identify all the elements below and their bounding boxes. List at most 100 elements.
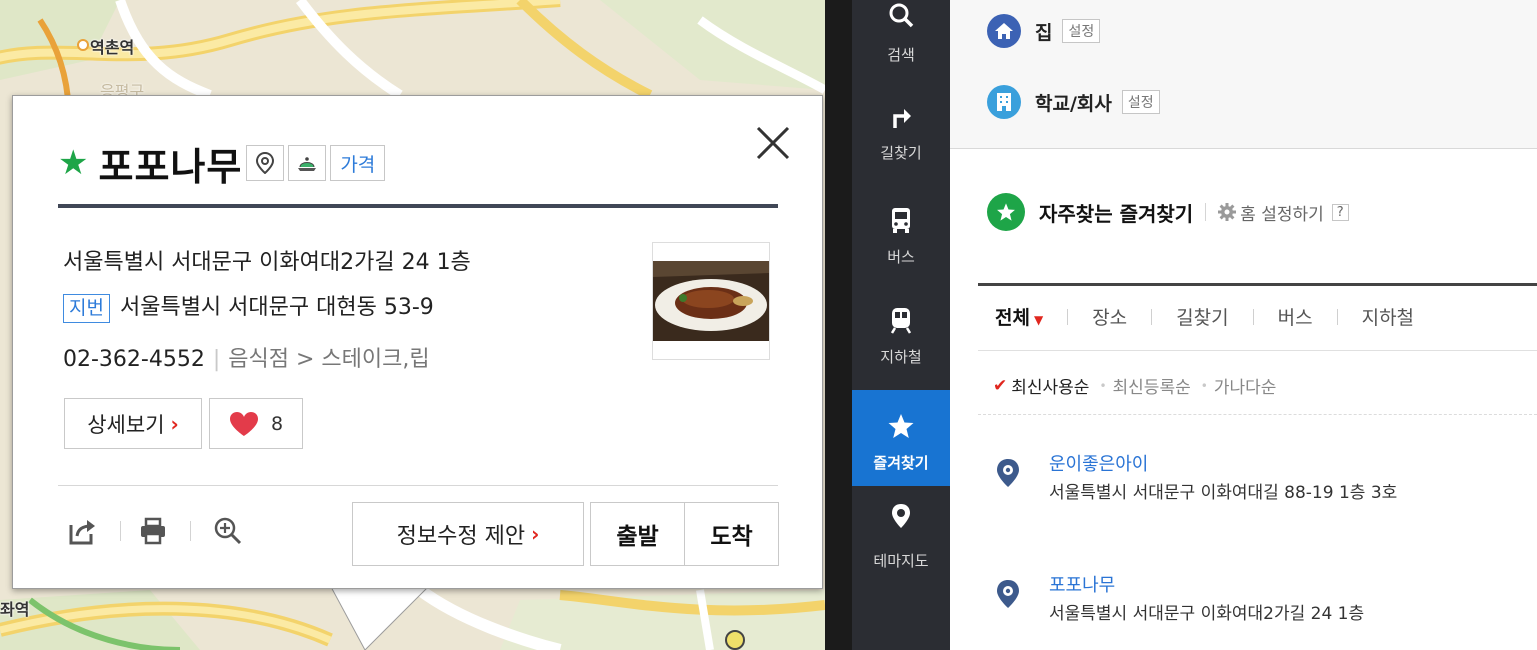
favorite-name[interactable]: 포포나무 [1049,571,1115,597]
separator [1205,203,1207,221]
heart-icon [229,411,258,436]
location-pin-icon[interactable] [246,145,285,181]
subway-icon [890,308,912,334]
tabs-divider [978,350,1537,351]
favorite-address: 서울특별시 서대문구 이화여대길 88-19 1층 3호 [1049,483,1398,503]
location-pin-icon [997,580,1019,608]
tab-all[interactable]: 전체 ▼ [995,303,1043,330]
building-icon [987,85,1021,119]
bus-icon [892,208,910,233]
separator [120,521,121,541]
search-icon [889,3,914,28]
tab-subway[interactable]: 지하철 [1362,303,1414,330]
bullet: • [1200,378,1208,393]
nav-label: 버스 [887,248,915,266]
nav-favorites[interactable]: 즐겨찾기 [852,390,950,486]
location-pin-icon [997,459,1019,487]
star-icon [987,193,1025,231]
nav-label: 지하철 [880,348,922,366]
favorites-title: 자주찾는 즐겨찾기 [1039,201,1194,226]
separator [1336,308,1338,325]
suggest-edit-button[interactable]: 정보수정 제안 › [352,502,584,566]
directions-icon [893,109,911,128]
detail-view-button[interactable]: 상세보기 › [64,398,202,449]
tab-all-label: 전체 [995,307,1030,329]
favorites-panel: 집 설정 학교/회사 설정 자주찾는 즐겨찾기 홈 설정하기 ? 전체 ▼ 장소… [950,0,1537,650]
place-info-popup: ★ 포포나무 가격 서울특별시 서대문구 이화여대2가길 24 1층 지번 서울특… [12,95,823,589]
tab-bus[interactable]: 버스 [1278,303,1313,330]
nav-label: 즐겨찾기 [873,454,929,472]
caret-down-icon: ▼ [1033,313,1044,327]
nav-directions[interactable]: 길찾기 [852,96,950,192]
actions-divider [58,485,778,486]
print-icon[interactable] [138,516,168,546]
separator: | [212,347,221,372]
work-set-button[interactable]: 설정 [1121,90,1160,114]
filter-tabs: 전체 ▼ 장소 길찾기 버스 지하철 [995,303,1414,330]
separator [190,521,191,541]
chevron-right-icon: › [531,522,540,546]
jibun-address-line: 지번 서울특별시 서대문구 대현동 53-9 [63,289,434,323]
home-set-button[interactable]: 설정 [1062,19,1101,43]
jibun-badge: 지번 [63,294,110,323]
work-label: 학교/회사 [1035,92,1112,115]
nav-label: 테마지도 [873,552,929,570]
bullet: • [1099,378,1107,393]
list-item[interactable]: 포포나무 서울특별시 서대문구 이화여대2가길 24 1층 [995,571,1495,641]
separator [1252,308,1254,325]
filter-divider [978,283,1537,286]
sort-recent-used[interactable]: 최신사용순 [1011,373,1089,398]
place-title: 포포나무 [98,143,243,189]
gear-icon [1218,203,1237,221]
home-label: 집 [1035,21,1053,44]
suggest-edit-label: 정보수정 제안 [396,524,526,549]
zoom-in-icon[interactable] [213,516,243,546]
favorite-address: 서울특별시 서대문구 이화여대2가길 24 1층 [1049,604,1365,624]
home-icon [987,14,1021,48]
map-station-label-partial[interactable]: 좌역 [0,596,29,620]
home-setting-link[interactable]: 홈 설정하기 [1218,200,1324,225]
like-button[interactable]: 8 [209,398,303,449]
favorite-star-icon[interactable]: ★ [58,146,88,180]
arrive-button[interactable]: 도착 [684,503,778,565]
home-shortcut[interactable]: 집 설정 [987,14,1101,48]
detail-view-label: 상세보기 [87,412,165,437]
map-station-label[interactable]: 역촌역 [90,34,134,58]
phone-number[interactable]: 02-362-4552 [63,347,205,372]
popup-pointer [329,585,431,650]
home-setting-label: 홈 설정하기 [1240,204,1324,225]
list-item[interactable]: 운이좋은아이 서울특별시 서대문구 이화여대길 88-19 1층 3호 [995,450,1495,540]
sort-recent-added[interactable]: 최신등록순 [1113,373,1191,398]
phone-category-line: 02-362-4552 | 음식점 > 스테이크,립 [63,341,430,373]
share-icon[interactable] [68,516,98,546]
nav-bus[interactable]: 버스 [852,200,950,296]
place-category: 음식점 > 스테이크,립 [228,347,430,372]
price-badge[interactable]: 가격 [330,145,386,181]
list-divider [978,414,1537,415]
road-address: 서울특별시 서대문구 이화여대2가길 24 1층 [63,250,471,275]
check-icon: ✔ [993,375,1008,396]
jibun-address: 서울특별시 서대문구 대현동 53-9 [119,295,434,320]
help-button[interactable]: ? [1331,203,1349,221]
side-nav-rail: 검색 길찾기 버스 지하철 즐겨찾기 테마지도 [852,0,950,650]
shortcut-box: 집 설정 학교/회사 설정 [950,0,1537,149]
tab-places[interactable]: 장소 [1092,303,1127,330]
work-shortcut[interactable]: 학교/회사 설정 [987,85,1160,119]
tab-directions[interactable]: 길찾기 [1176,303,1228,330]
food-dish-icon[interactable] [288,145,327,181]
favorite-name[interactable]: 운이좋은아이 [1049,450,1148,476]
separator [1151,308,1153,325]
nav-theme-map[interactable]: 테마지도 [852,496,950,592]
nav-search[interactable]: 검색 [852,0,950,68]
depart-button[interactable]: 출발 [591,503,684,565]
map-view[interactable]: 역촌역 응평구 좌역 ★ 포포나무 가격 서울특별시 서대문구 이화여대2가길 … [0,0,825,650]
place-thumbnail[interactable] [652,242,770,360]
close-icon[interactable] [754,124,792,162]
like-count: 8 [270,412,284,435]
title-divider [58,204,778,208]
nav-subway[interactable]: 지하철 [852,300,950,396]
star-icon [888,414,914,438]
sort-options: ✔ 최신사용순 • 최신등록순 • 가나다순 [993,373,1277,399]
sort-alphabetical[interactable]: 가나다순 [1214,373,1277,398]
route-button-group: 출발 도착 [590,502,779,566]
